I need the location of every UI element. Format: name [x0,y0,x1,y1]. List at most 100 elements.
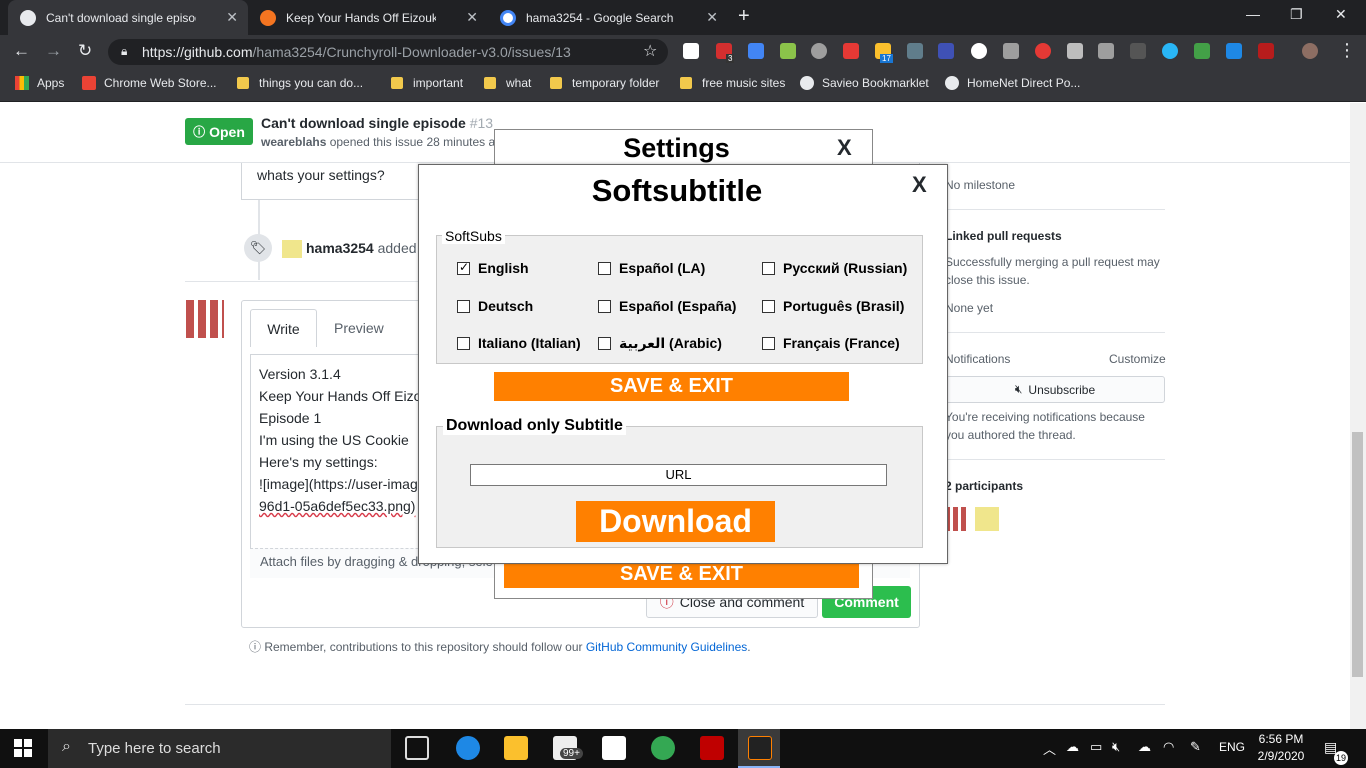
extension-icon[interactable] [780,43,796,59]
chevron-up-icon[interactable]: ︿ [1043,739,1056,758]
customize-link[interactable]: Customize [1109,352,1166,366]
minimize-button[interactable]: — [1246,6,1260,22]
checkbox[interactable] [598,337,611,350]
star-icon[interactable]: ☆ [643,41,657,61]
save-exit-button[interactable]: SAVE & EXIT [494,372,849,401]
extension-icon[interactable] [1003,43,1019,59]
bookmark-folder[interactable]: what [484,76,531,90]
maximize-button[interactable]: ❐ [1290,6,1303,23]
softsubtitle-close-button[interactable]: X [912,172,927,198]
lang-checkbox-espanol-espana[interactable]: Español (España) [598,298,736,314]
tab-google-search[interactable]: hama3254 - Google Search ✕ [488,0,728,35]
settings-save-exit-button[interactable]: SAVE & EXIT [504,560,859,588]
bookmark-folder[interactable]: free music sites [680,76,785,90]
close-icon[interactable]: ✕ [226,9,238,26]
checkbox[interactable] [457,299,470,313]
extension-icon[interactable] [843,43,859,59]
cloud-icon[interactable]: ☁︎ [1066,739,1079,755]
extension-icon[interactable] [971,43,987,59]
avatar[interactable] [186,300,224,338]
wifi-icon[interactable]: ◠ [1163,739,1174,755]
forward-arrow-icon[interactable]: → [45,41,62,61]
tab-crunchyroll[interactable]: Keep Your Hands Off Eizouken! - ✕ [248,0,488,35]
taskbar-clock[interactable]: 6:56 PM 2/9/2020 [1250,731,1312,765]
lang-checkbox-arabic[interactable]: العربية (Arabic) [598,335,722,352]
address-url[interactable]: https://github.com/hama3254/Crunchyroll-… [142,44,571,60]
bookmark-savieo[interactable]: Savieo Bookmarklet [800,76,929,90]
lang-checkbox-espanol-la[interactable]: Español (LA) [598,260,705,276]
checkbox[interactable] [457,336,470,350]
zip-icon[interactable] [938,43,954,59]
download-icon[interactable] [1226,43,1242,59]
extension-icon[interactable] [1098,43,1114,59]
input-language[interactable]: ENG [1219,740,1245,754]
lang-checkbox-portugues[interactable]: Português (Brasil) [762,298,904,314]
windows-start-icon[interactable] [14,739,32,757]
bookmark-chrome-web-store[interactable]: Chrome Web Store... [82,76,217,90]
url-input[interactable]: URL [470,464,887,486]
avatar[interactable] [282,240,302,258]
extension-icon[interactable] [811,43,827,59]
volume-icon[interactable]: 🔇︎ [1112,739,1120,755]
event-user[interactable]: hama3254 [306,240,374,256]
guidelines-link[interactable]: GitHub Community Guidelines [586,640,747,654]
bookmark-folder[interactable]: important [391,76,463,90]
issue-author[interactable]: weareblahs [261,135,326,149]
extension-icon[interactable] [1162,43,1178,59]
battery-icon[interactable]: ▭ [1090,739,1102,755]
crunchyroll-downloader-icon[interactable] [748,736,772,760]
window-close-button[interactable]: ✕ [1335,6,1347,23]
filezilla-icon[interactable] [700,736,724,760]
issue-meta-text: opened this issue 28 minutes ago [326,135,509,149]
avatar[interactable] [975,507,999,531]
onedrive-icon[interactable]: ☁︎ [1138,739,1151,755]
gitzip-icon[interactable] [1130,43,1146,59]
task-view-icon[interactable] [405,736,429,760]
chrome-icon[interactable] [651,736,675,760]
lang-checkbox-francais[interactable]: Français (France) [762,335,900,351]
extension-icon[interactable] [907,43,923,59]
back-arrow-icon[interactable]: ← [13,41,30,61]
checkbox[interactable] [762,336,775,350]
close-icon[interactable]: ✕ [466,9,478,26]
flag-icon[interactable] [1194,43,1210,59]
edge-icon[interactable] [456,736,480,760]
lang-checkbox-deutsch[interactable]: Deutsch [457,298,533,314]
checkbox[interactable] [598,261,611,275]
bookmark-folder[interactable]: temporary folder [550,76,659,90]
reload-icon[interactable]: ↻ [78,41,92,61]
tab-preview[interactable]: Preview [334,320,384,336]
translate-icon[interactable] [748,43,764,59]
close-icon[interactable]: ✕ [706,9,718,26]
lang-checkbox-italiano[interactable]: Italiano (Italian) [457,335,581,351]
lang-checkbox-russian[interactable]: Русский (Russian) [762,260,907,276]
tab-github-issue[interactable]: Can't download single episode · ✕ [8,0,248,35]
adblock-icon[interactable] [1035,43,1051,59]
download-button[interactable]: Download [576,501,775,542]
file-explorer-icon[interactable] [504,736,528,760]
linked-prs-heading[interactable]: Linked pull requests [945,229,1062,243]
pen-icon[interactable]: ✎ [1190,739,1201,755]
tab-write[interactable]: Write [250,309,317,347]
menu-dots-icon[interactable]: ⋮ [1338,40,1356,61]
lang-checkbox-english[interactable]: English [457,260,529,276]
checkbox[interactable] [762,299,775,313]
microsoft-store-icon[interactable] [602,736,626,760]
notification-badge: 99+ [560,748,583,759]
bookmark-apps[interactable]: Apps [15,76,64,90]
bookmark-folder[interactable]: things you can do... [237,76,363,90]
checkbox[interactable] [762,261,775,275]
profile-avatar[interactable] [1302,43,1318,59]
extension-icon[interactable] [1258,43,1274,59]
shield-icon[interactable] [1067,43,1083,59]
extension-icon[interactable] [683,43,699,59]
avatar[interactable] [945,507,969,531]
checkbox[interactable] [457,260,470,275]
taskbar-search[interactable]: ⌕ Type here to search [48,729,391,768]
scrollbar-thumb[interactable] [1352,432,1363,677]
bookmark-homenet[interactable]: HomeNet Direct Po... [945,76,1080,90]
unsubscribe-button[interactable]: 🔇︎ Unsubscribe [945,376,1165,403]
new-tab-button[interactable]: + [738,5,750,28]
checkbox[interactable] [598,299,611,313]
settings-close-button[interactable]: X [837,135,852,161]
